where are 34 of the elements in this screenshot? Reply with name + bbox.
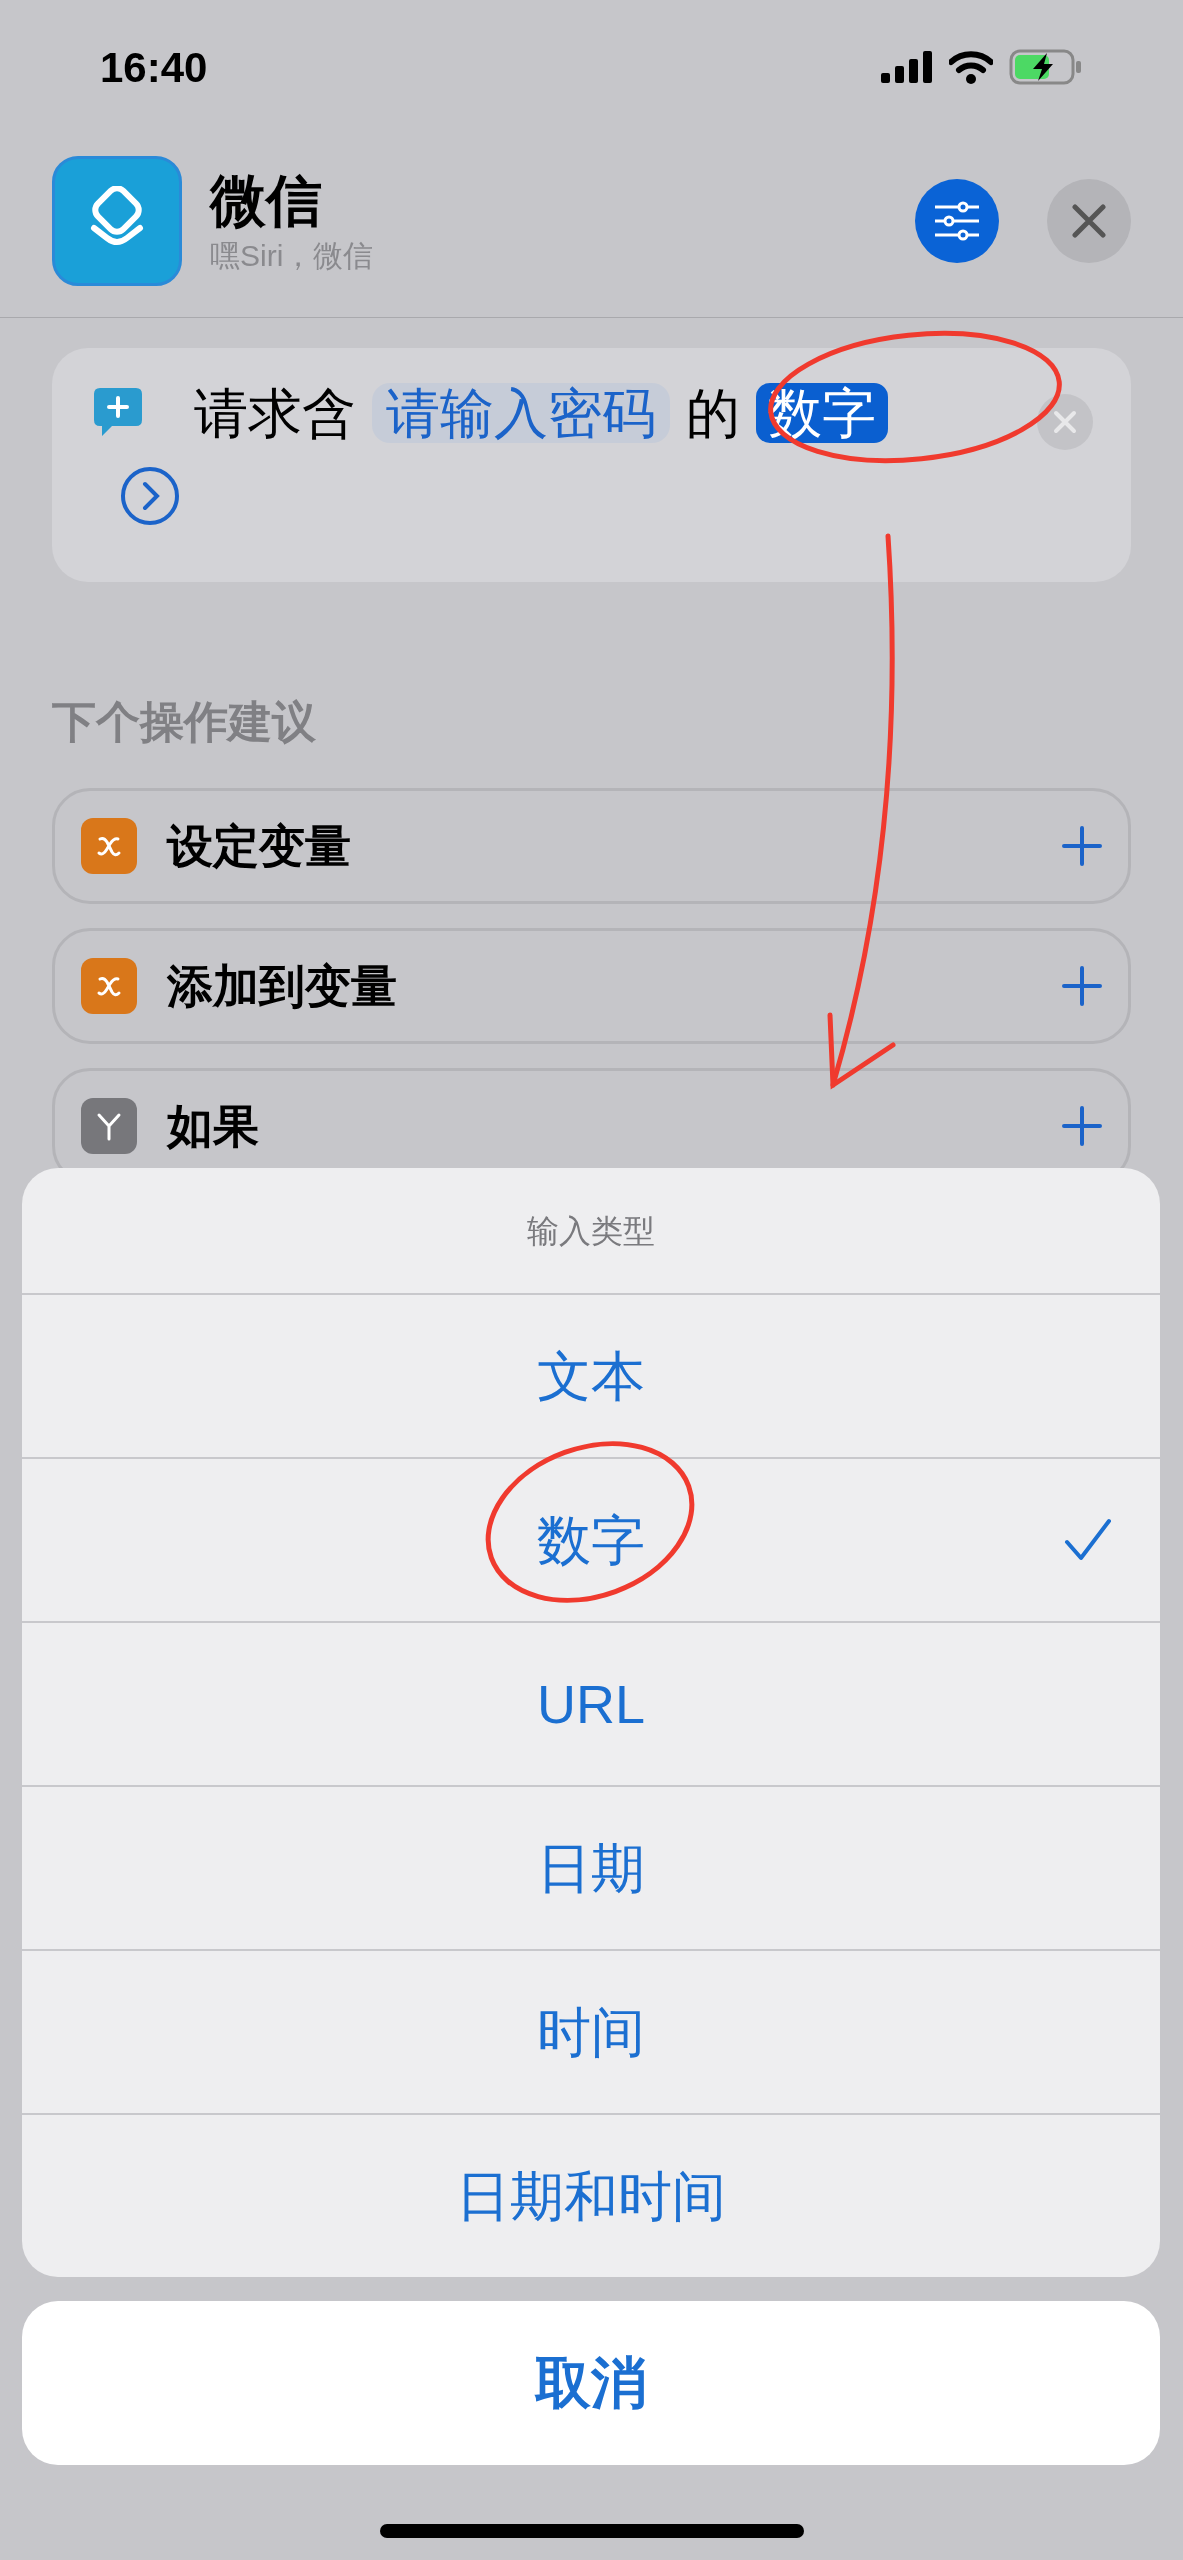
sheet-option[interactable]: 文本	[22, 1293, 1160, 1457]
close-icon	[1072, 203, 1106, 238]
prompt-token[interactable]: 请输入密码	[372, 383, 670, 443]
cancel-button[interactable]: 取消	[22, 2301, 1160, 2465]
sheet-option[interactable]: 时间	[22, 1949, 1160, 2113]
variable-icon	[81, 958, 137, 1014]
message-plus-icon	[92, 386, 144, 438]
shortcut-subtitle: 嘿Siri，微信	[210, 237, 374, 274]
sheet-option[interactable]: 数字	[22, 1457, 1160, 1621]
plus-icon[interactable]	[1062, 826, 1102, 866]
suggestion-label: 如果	[167, 1098, 259, 1154]
sheet-option[interactable]: 日期和时间	[22, 2113, 1160, 2277]
plus-icon[interactable]	[1062, 1106, 1102, 1146]
plus-icon[interactable]	[1062, 966, 1102, 1006]
action-text: 的	[686, 383, 740, 443]
sheet-title: 输入类型	[526, 1211, 656, 1251]
sheet-option[interactable]: 日期	[22, 1785, 1160, 1949]
shortcut-title: 微信	[210, 167, 323, 234]
status-time: 16:40	[100, 42, 208, 93]
suggestion-row[interactable]: 设定变量	[52, 788, 1131, 904]
chevron-circle-icon[interactable]	[120, 466, 180, 526]
sheet-option[interactable]: URL	[22, 1621, 1160, 1785]
branch-icon	[81, 1098, 137, 1154]
signal-icon	[881, 51, 933, 83]
battery-charging-icon	[1009, 49, 1083, 85]
wifi-icon	[949, 50, 993, 84]
variable-icon	[81, 818, 137, 874]
suggestion-label: 设定变量	[167, 818, 351, 874]
action-text: 请求含	[194, 383, 356, 443]
sliders-icon	[933, 200, 981, 241]
suggestion-row[interactable]: 添加到变量	[52, 928, 1131, 1044]
suggestion-label: 添加到变量	[167, 958, 397, 1014]
section-title: 下个操作建议	[52, 696, 317, 748]
remove-icon[interactable]	[1037, 394, 1093, 450]
